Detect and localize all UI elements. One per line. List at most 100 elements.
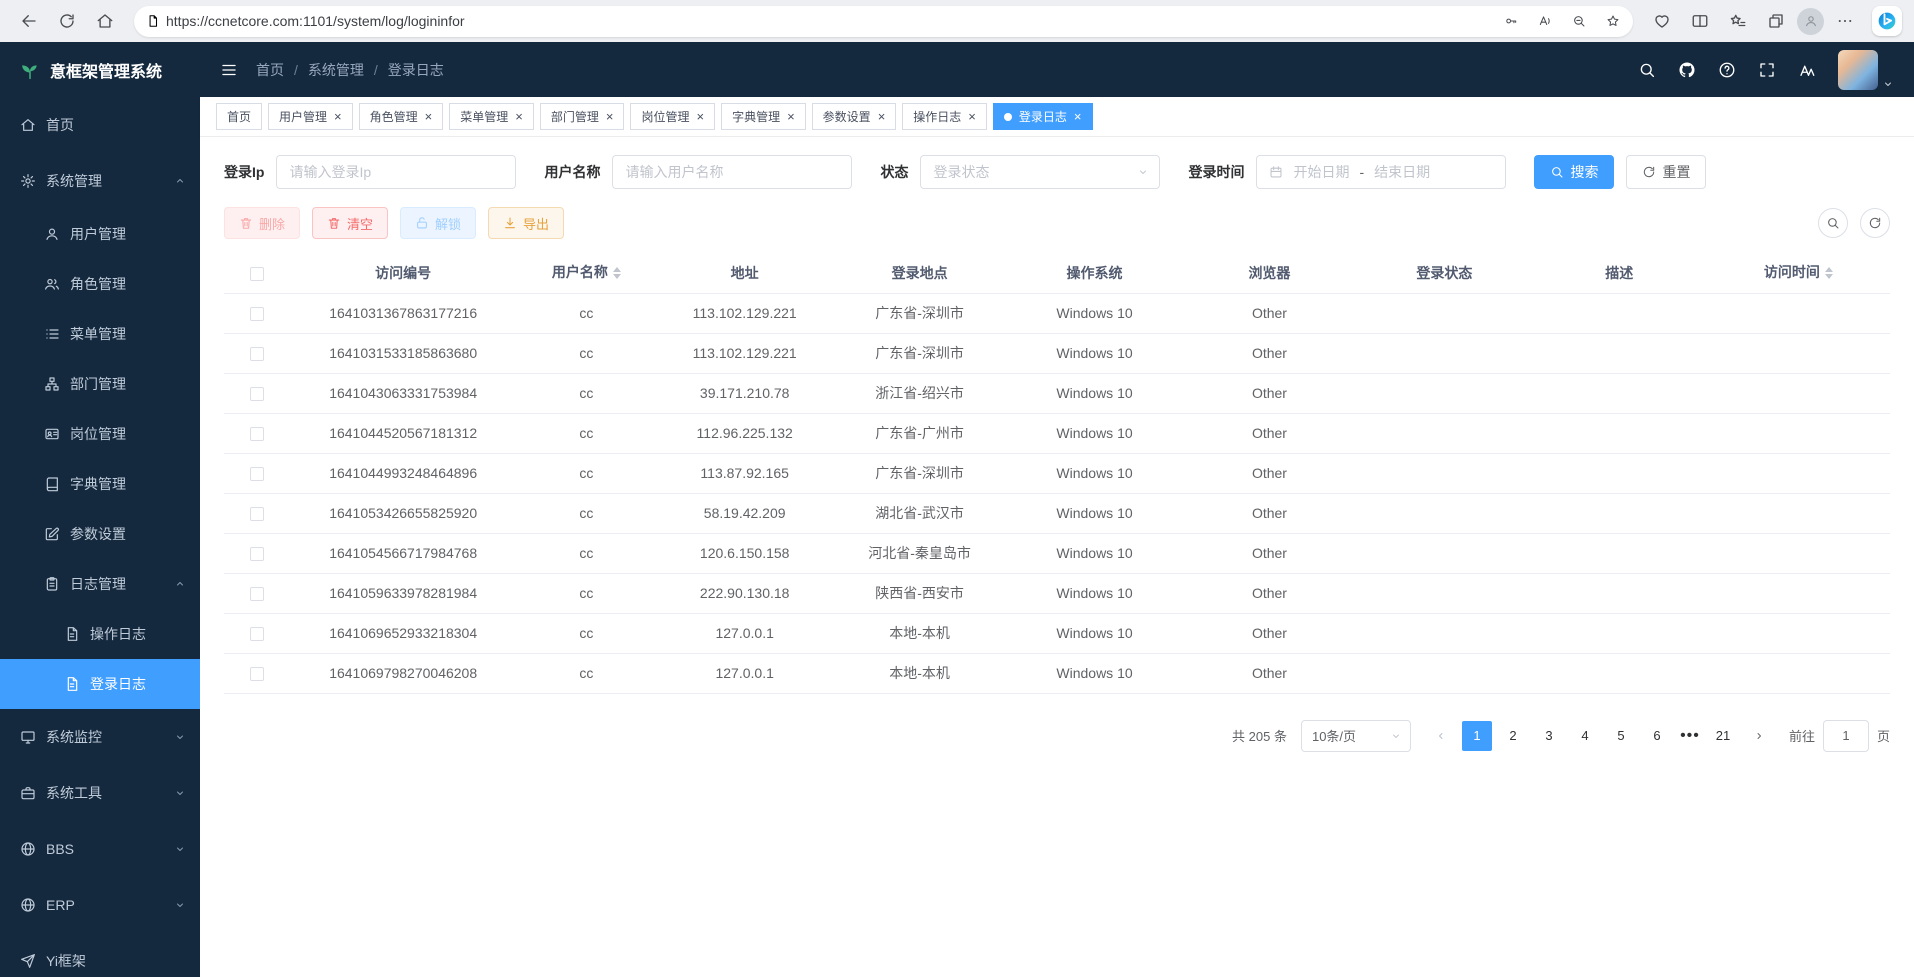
prev-page-button[interactable]: [1426, 721, 1456, 751]
sidebar-item-yi-framework[interactable]: Yi框架: [0, 933, 200, 977]
close-icon[interactable]: ×: [696, 110, 704, 123]
sidebar-item-bbs[interactable]: BBS: [0, 821, 200, 877]
close-icon[interactable]: ×: [606, 110, 614, 123]
tab-dept-management[interactable]: 部门管理×: [540, 103, 625, 130]
close-icon[interactable]: ×: [1074, 110, 1082, 123]
column-header-user-name[interactable]: 用户名称: [516, 253, 658, 293]
page-ellipsis[interactable]: •••: [1675, 727, 1705, 745]
status-select[interactable]: 登录状态: [920, 155, 1160, 189]
sidebar-item-home[interactable]: 首页: [0, 97, 200, 153]
header-search-button[interactable]: [1638, 61, 1656, 79]
search-button[interactable]: 搜索: [1534, 155, 1614, 189]
page-button-last[interactable]: 21: [1708, 721, 1738, 751]
sidebar-item-system-management[interactable]: 系统管理: [0, 153, 200, 209]
close-icon[interactable]: ×: [425, 110, 433, 123]
collapse-sidebar-button[interactable]: [220, 61, 238, 79]
clear-button[interactable]: 清空: [312, 207, 388, 239]
breadcrumb-home[interactable]: 首页: [256, 60, 284, 80]
sidebar-item-erp[interactable]: ERP: [0, 877, 200, 933]
sidebar-item-role-management[interactable]: 角色管理: [0, 259, 200, 309]
row-checkbox[interactable]: [250, 507, 264, 521]
page-button-3[interactable]: 3: [1534, 721, 1564, 751]
login-ip-input[interactable]: [276, 155, 516, 189]
column-header-visit-time[interactable]: 访问时间: [1707, 253, 1890, 293]
favorites-bar-button[interactable]: [1721, 5, 1755, 37]
sidebar-item-param-settings[interactable]: 参数设置: [0, 509, 200, 559]
browser-back-button[interactable]: [12, 5, 46, 37]
user-menu[interactable]: [1838, 50, 1894, 90]
collections-button[interactable]: [1759, 5, 1793, 37]
fullscreen-button[interactable]: [1758, 61, 1776, 79]
toggle-search-button[interactable]: [1818, 208, 1848, 238]
tab-dict-management[interactable]: 字典管理×: [721, 103, 806, 130]
close-icon[interactable]: ×: [515, 110, 523, 123]
sidebar-item-post-management[interactable]: 岗位管理: [0, 409, 200, 459]
sidebar-item-log-management[interactable]: 日志管理: [0, 559, 200, 609]
sidebar-item-operation-log[interactable]: 操作日志: [0, 609, 200, 659]
row-checkbox[interactable]: [250, 387, 264, 401]
help-button[interactable]: [1718, 61, 1736, 79]
github-link-button[interactable]: [1678, 61, 1696, 79]
tab-role-management[interactable]: 角色管理×: [359, 103, 444, 130]
select-all-checkbox[interactable]: [250, 267, 264, 281]
date-range-picker[interactable]: 开始日期 - 结束日期: [1256, 155, 1506, 189]
address-bar[interactable]: https://ccnetcore.com:1101/system/log/lo…: [134, 6, 1633, 37]
row-checkbox[interactable]: [250, 667, 264, 681]
page-size-select[interactable]: 10条/页: [1301, 720, 1411, 752]
close-icon[interactable]: ×: [334, 110, 342, 123]
row-checkbox[interactable]: [250, 547, 264, 561]
split-screen-button[interactable]: [1683, 5, 1717, 37]
breadcrumb-system-management[interactable]: 系统管理: [308, 60, 364, 80]
row-checkbox[interactable]: [250, 307, 264, 321]
export-button[interactable]: 导出: [488, 207, 564, 239]
unlock-button[interactable]: 解锁: [400, 207, 476, 239]
close-icon[interactable]: ×: [968, 110, 976, 123]
browser-home-button[interactable]: [88, 5, 122, 37]
close-icon[interactable]: ×: [878, 110, 886, 123]
row-checkbox[interactable]: [250, 347, 264, 361]
sidebar-item-login-log[interactable]: 登录日志: [0, 659, 200, 709]
bing-copilot-button[interactable]: [1872, 6, 1902, 36]
delete-button[interactable]: 删除: [224, 207, 300, 239]
reset-button[interactable]: 重置: [1626, 155, 1706, 189]
sidebar-item-dict-management[interactable]: 字典管理: [0, 459, 200, 509]
sort-icon[interactable]: [613, 263, 621, 283]
browser-settings-button[interactable]: [1828, 5, 1862, 37]
tab-login-log[interactable]: 登录日志×: [993, 103, 1093, 130]
url-text[interactable]: https://ccnetcore.com:1101/system/log/lo…: [166, 13, 1491, 29]
browser-profile-button[interactable]: [1797, 8, 1824, 35]
tab-home[interactable]: 首页: [216, 103, 262, 130]
tab-user-management[interactable]: 用户管理×: [268, 103, 353, 130]
sidebar-item-system-tools[interactable]: 系统工具: [0, 765, 200, 821]
browser-essentials-button[interactable]: [1645, 5, 1679, 37]
user-name-input[interactable]: [612, 155, 852, 189]
page-button-1[interactable]: 1: [1462, 721, 1492, 751]
goto-page-input[interactable]: [1823, 720, 1869, 752]
tab-post-management[interactable]: 岗位管理×: [630, 103, 715, 130]
page-button-5[interactable]: 5: [1606, 721, 1636, 751]
tab-operation-log[interactable]: 操作日志×: [902, 103, 987, 130]
row-checkbox[interactable]: [250, 467, 264, 481]
font-size-button[interactable]: [1798, 61, 1816, 79]
refresh-table-button[interactable]: [1860, 208, 1890, 238]
user-avatar[interactable]: [1838, 50, 1878, 90]
sidebar-item-user-management[interactable]: 用户管理: [0, 209, 200, 259]
sort-icon[interactable]: [1825, 263, 1833, 283]
row-checkbox[interactable]: [250, 627, 264, 641]
sidebar-item-dept-management[interactable]: 部门管理: [0, 359, 200, 409]
read-aloud-button[interactable]: [1531, 8, 1559, 34]
page-button-2[interactable]: 2: [1498, 721, 1528, 751]
close-icon[interactable]: ×: [787, 110, 795, 123]
row-checkbox[interactable]: [250, 427, 264, 441]
page-button-4[interactable]: 4: [1570, 721, 1600, 751]
zoom-button[interactable]: [1565, 8, 1593, 34]
browser-refresh-button[interactable]: [50, 5, 84, 37]
tab-menu-management[interactable]: 菜单管理×: [449, 103, 534, 130]
page-button-6[interactable]: 6: [1642, 721, 1672, 751]
tab-param-settings[interactable]: 参数设置×: [812, 103, 897, 130]
password-key-button[interactable]: [1497, 8, 1525, 34]
row-checkbox[interactable]: [250, 587, 264, 601]
favorite-button[interactable]: [1599, 8, 1627, 34]
sidebar-item-system-monitor[interactable]: 系统监控: [0, 709, 200, 765]
sidebar-item-menu-management[interactable]: 菜单管理: [0, 309, 200, 359]
